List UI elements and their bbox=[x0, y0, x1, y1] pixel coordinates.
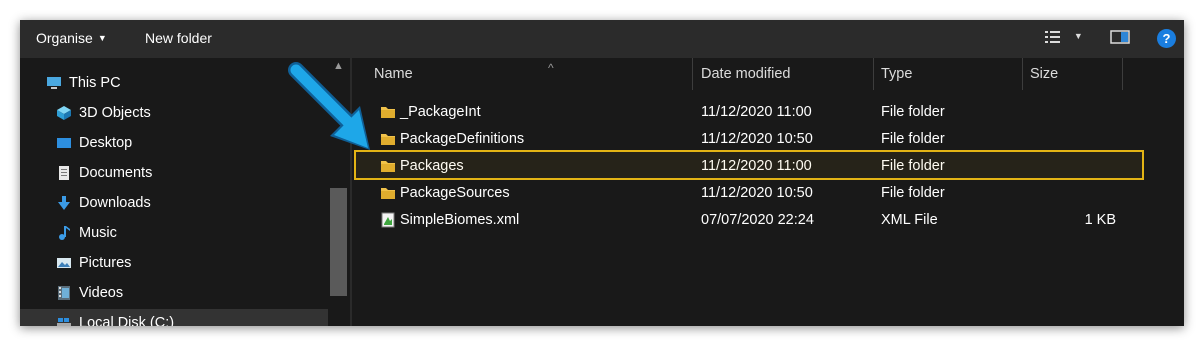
column-separator[interactable] bbox=[692, 58, 693, 90]
music-icon bbox=[59, 226, 70, 240]
highlight-box bbox=[354, 150, 1144, 180]
column-separator[interactable] bbox=[1122, 58, 1123, 90]
file-size bbox=[1054, 127, 1116, 152]
sidebar-item-videos[interactable]: Videos bbox=[20, 279, 328, 307]
file-name: PackageDefinitions bbox=[400, 131, 525, 147]
file-type: File folder bbox=[881, 185, 945, 201]
desktop-icon bbox=[57, 138, 71, 148]
file-date: 11/12/2020 10:50 bbox=[701, 185, 813, 201]
preview-pane-icon bbox=[1110, 30, 1130, 45]
column-header-type[interactable]: Type bbox=[881, 58, 1021, 90]
command-bar: Organise ▼ New folder ▼ ? bbox=[20, 20, 1184, 58]
sidebar-item-desktop[interactable]: Desktop bbox=[20, 129, 328, 157]
sidebar-item-local-disk[interactable]: Local Disk (C:) bbox=[20, 309, 328, 326]
sidebar-item-label: Downloads bbox=[79, 195, 151, 211]
file-name: _PackageInt bbox=[400, 104, 481, 120]
sort-ascending-icon: ^ bbox=[548, 61, 554, 75]
chevron-down-icon: ▼ bbox=[97, 33, 107, 43]
chevron-down-icon: ▼ bbox=[1073, 31, 1083, 41]
sidebar-item-label: Documents bbox=[79, 165, 153, 181]
new-folder-button[interactable]: New folder bbox=[145, 30, 212, 46]
file-row[interactable]: PackageDefinitions 11/12/2020 10:50 File… bbox=[374, 127, 1168, 152]
column-header-size[interactable]: Size bbox=[1030, 58, 1120, 90]
file-name: PackageSources bbox=[400, 185, 510, 201]
annotation-arrow-icon bbox=[288, 62, 370, 150]
file-type: XML File bbox=[881, 212, 938, 228]
file-type: File folder bbox=[881, 131, 945, 147]
file-date: 07/07/2020 22:24 bbox=[701, 212, 814, 228]
video-icon bbox=[58, 286, 70, 300]
sidebar-item-label: Local Disk (C:) bbox=[79, 315, 175, 326]
file-row[interactable]: SimpleBiomes.xml 07/07/2020 22:24 XML Fi… bbox=[374, 208, 1168, 233]
sidebar-item-label: Desktop bbox=[79, 135, 133, 151]
sidebar-item-this-pc[interactable]: This PC bbox=[20, 69, 328, 97]
file-size bbox=[1054, 181, 1116, 206]
column-header-name[interactable]: Name ^ bbox=[374, 58, 692, 90]
file-name: SimpleBiomes.xml bbox=[400, 212, 520, 228]
xml-file-icon bbox=[381, 212, 395, 228]
file-size bbox=[1054, 100, 1116, 125]
file-type: File folder bbox=[881, 104, 945, 120]
sidebar-item-downloads[interactable]: Downloads bbox=[20, 189, 328, 217]
picture-icon bbox=[57, 258, 71, 268]
drive-icon bbox=[57, 318, 71, 326]
file-row[interactable]: _PackageInt 11/12/2020 11:00 File folder bbox=[374, 100, 1168, 125]
column-header-date-modified[interactable]: Date modified bbox=[701, 58, 871, 90]
sidebar-item-label: Pictures bbox=[79, 255, 132, 271]
details-view-icon bbox=[1045, 31, 1060, 44]
sidebar-item-3d-objects[interactable]: 3D Objects bbox=[20, 99, 328, 127]
sidebar-item-label: This PC bbox=[69, 75, 121, 91]
help-icon[interactable]: ? bbox=[1157, 29, 1176, 48]
file-list: Name ^ Date modified Type Size _PackageI… bbox=[352, 58, 1184, 326]
file-size: 1 KB bbox=[1084, 212, 1116, 228]
sidebar-item-label: Music bbox=[79, 225, 117, 241]
organise-button[interactable]: Organise ▼ bbox=[36, 30, 107, 46]
column-separator[interactable] bbox=[873, 58, 874, 90]
file-date: 11/12/2020 11:00 bbox=[701, 104, 812, 120]
folder-icon bbox=[381, 188, 395, 199]
file-date: 11/12/2020 10:50 bbox=[701, 131, 813, 147]
file-row[interactable]: PackageSources 11/12/2020 10:50 File fol… bbox=[374, 181, 1168, 206]
sidebar-item-documents[interactable]: Documents bbox=[20, 159, 328, 187]
document-icon bbox=[59, 166, 69, 180]
sidebar-item-label: Videos bbox=[79, 285, 124, 301]
cube-icon bbox=[57, 106, 71, 120]
sidebar-item-pictures[interactable]: Pictures bbox=[20, 249, 328, 277]
sidebar-item-label: 3D Objects bbox=[79, 105, 151, 121]
scrollbar-thumb[interactable] bbox=[330, 188, 347, 296]
preview-pane-button[interactable] bbox=[1110, 28, 1130, 45]
column-separator[interactable] bbox=[1022, 58, 1023, 90]
organise-label: Organise bbox=[36, 30, 93, 46]
download-icon bbox=[58, 196, 70, 210]
computer-icon bbox=[47, 77, 61, 89]
view-options-button[interactable]: ▼ bbox=[1044, 28, 1083, 45]
sidebar-item-music[interactable]: Music bbox=[20, 219, 328, 247]
